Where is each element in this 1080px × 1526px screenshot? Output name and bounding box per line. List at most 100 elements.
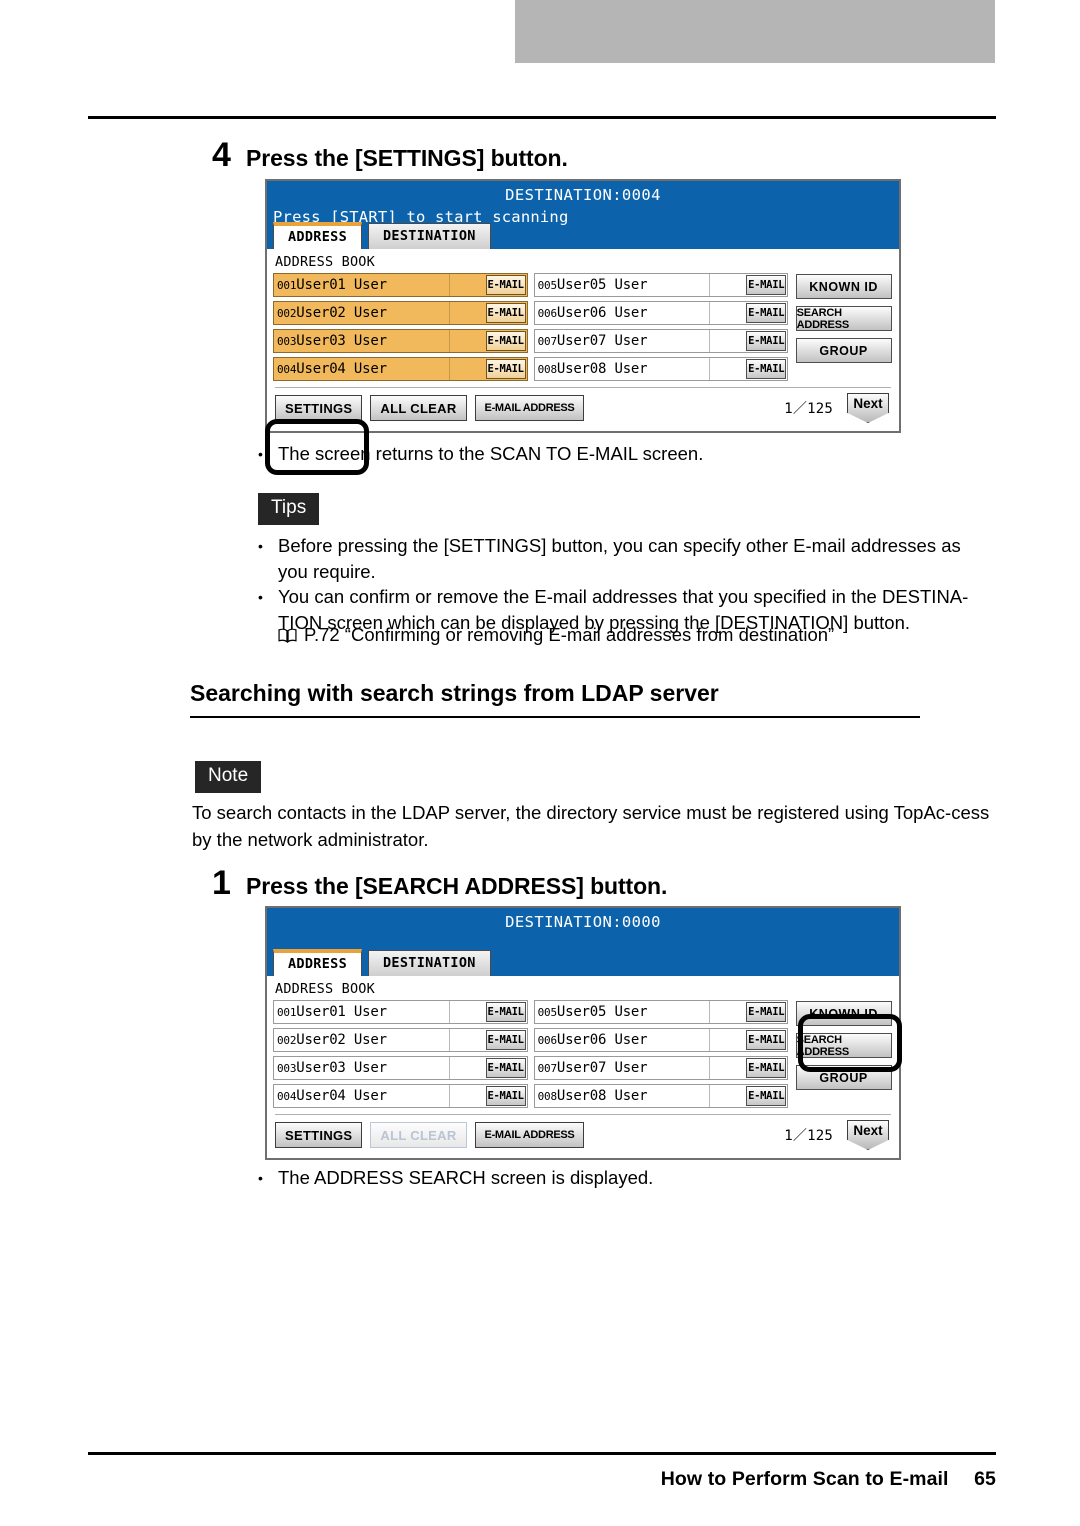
tips-item-1: • Before pressing the [SETTINGS] button,… xyxy=(258,533,988,585)
email-type-button[interactable]: E-MAIL xyxy=(485,303,526,323)
header-rule xyxy=(88,116,996,119)
book-icon xyxy=(278,628,297,643)
entry-divider xyxy=(709,302,746,324)
entry-label: 005 User05 User xyxy=(537,1004,648,1020)
address-column-right: 005 User05 User E-MAIL 006 User06 User E-M… xyxy=(533,273,789,381)
bullet-icon: • xyxy=(258,589,263,605)
email-type-button[interactable]: E-MAIL xyxy=(746,1058,787,1078)
footer-page-number: 65 xyxy=(974,1468,996,1490)
address-entry[interactable]: 005 User05 User E-MAIL xyxy=(533,1000,789,1024)
address-book-label: ADDRESS BOOK xyxy=(275,981,375,997)
email-type-button[interactable]: E-MAIL xyxy=(485,359,526,379)
entry-label: 001 User01 User xyxy=(277,277,387,293)
step-heading-4: 4 Press the [SETTINGS] button. xyxy=(212,138,568,172)
entry-label: 008 User08 User xyxy=(537,1088,648,1104)
known-id-button[interactable]: KNOWN ID xyxy=(795,274,892,299)
address-entry[interactable]: 001 User01 User E-MAIL xyxy=(273,273,528,297)
entry-label: 007 User07 User xyxy=(537,333,648,349)
entry-divider xyxy=(448,1029,486,1051)
step-number: 4 xyxy=(212,136,231,174)
tips-item-text: Before pressing the [SETTINGS] button, y… xyxy=(278,535,961,582)
address-entry[interactable]: 002 User02 User E-MAIL xyxy=(273,1028,528,1052)
destination-counter: DESTINATION:0004 xyxy=(505,186,661,204)
address-entry[interactable]: 004 User04 User E-MAIL xyxy=(273,357,528,381)
address-entry[interactable]: 002 User02 User E-MAIL xyxy=(273,301,528,325)
tab-address[interactable]: ADDRESS xyxy=(273,949,362,977)
entry-label: 007 User07 User xyxy=(537,1060,648,1076)
entry-label: 003 User03 User xyxy=(277,1060,387,1076)
address-entry[interactable]: 007 User07 User E-MAIL xyxy=(533,1056,789,1080)
page-indicator: 1／125 xyxy=(784,1128,833,1144)
address-entry[interactable]: 008 User08 User E-MAIL xyxy=(533,1084,789,1108)
entry-divider xyxy=(709,274,746,296)
lcd-header: DESTINATION:0004 Press [START] to start … xyxy=(267,181,899,250)
entry-label: 005 User05 User xyxy=(537,277,648,293)
email-type-button[interactable]: E-MAIL xyxy=(485,1030,526,1050)
next-button[interactable]: Next xyxy=(847,1120,889,1150)
destination-counter: DESTINATION:0000 xyxy=(505,913,661,931)
address-entry[interactable]: 004 User04 User E-MAIL xyxy=(273,1084,528,1108)
all-clear-button[interactable]: ALL CLEAR xyxy=(370,395,467,421)
address-entry[interactable]: 005 User05 User E-MAIL xyxy=(533,273,789,297)
entry-label: 004 User04 User xyxy=(277,361,387,377)
step-number: 1 xyxy=(212,864,231,902)
address-entry[interactable]: 007 User07 User E-MAIL xyxy=(533,329,789,353)
settings-button[interactable]: SETTINGS xyxy=(275,395,363,421)
search-address-button[interactable]: SEARCH ADDRESS xyxy=(795,306,892,331)
email-type-button[interactable]: E-MAIL xyxy=(485,331,526,351)
entry-label: 008 User08 User xyxy=(537,361,648,377)
email-type-button[interactable]: E-MAIL xyxy=(746,1030,787,1050)
email-type-button[interactable]: E-MAIL xyxy=(746,1002,787,1022)
email-type-button[interactable]: E-MAIL xyxy=(485,1002,526,1022)
email-type-button[interactable]: E-MAIL xyxy=(746,275,787,295)
step-text: Press the [SETTINGS] button. xyxy=(246,145,568,171)
entry-divider xyxy=(448,330,486,352)
callout-ring-settings xyxy=(265,419,369,475)
address-entry[interactable]: 003 User03 User E-MAIL xyxy=(273,1056,528,1080)
email-type-button[interactable]: E-MAIL xyxy=(746,331,787,351)
bullet-icon: • xyxy=(258,538,263,554)
footer-rule xyxy=(88,1452,996,1455)
entry-divider xyxy=(709,358,746,380)
next-button[interactable]: Next xyxy=(847,393,889,423)
address-column-right: 005 User05 User E-MAIL 006 User06 User E-M… xyxy=(533,1000,789,1108)
entry-divider xyxy=(448,1085,486,1107)
entry-divider xyxy=(448,302,486,324)
tips-chip: Tips xyxy=(258,493,320,525)
tips-reference: P.72 “Confirming or removing E-mail addr… xyxy=(278,622,834,648)
group-button[interactable]: GROUP xyxy=(795,338,892,363)
entry-label: 006 User06 User xyxy=(537,1032,648,1048)
entry-divider xyxy=(709,1001,746,1023)
address-entry[interactable]: 006 User06 User E-MAIL xyxy=(533,1028,789,1052)
address-entry[interactable]: 003 User03 User E-MAIL xyxy=(273,329,528,353)
lcd-action-bar: SETTINGS ALL CLEAR E-MAIL ADDRESS 1／125 … xyxy=(273,1115,893,1152)
settings-button[interactable]: SETTINGS xyxy=(275,1122,363,1148)
entry-divider xyxy=(448,274,486,296)
address-book-label: ADDRESS BOOK xyxy=(275,254,375,270)
email-type-button[interactable]: E-MAIL xyxy=(746,1086,787,1106)
email-address-button[interactable]: E-MAIL ADDRESS xyxy=(474,395,585,421)
email-address-button[interactable]: E-MAIL ADDRESS xyxy=(474,1122,585,1148)
email-type-button[interactable]: E-MAIL xyxy=(746,303,787,323)
entry-label: 002 User02 User xyxy=(277,305,387,321)
tab-destination[interactable]: DESTINATION xyxy=(368,950,491,977)
email-type-button[interactable]: E-MAIL xyxy=(485,1058,526,1078)
tab-address[interactable]: ADDRESS xyxy=(273,222,362,250)
note-chip: Note xyxy=(195,761,262,793)
email-type-button[interactable]: E-MAIL xyxy=(485,1086,526,1106)
note-paragraph: To search contacts in the LDAP server, t… xyxy=(192,802,990,850)
address-entry[interactable]: 006 User06 User E-MAIL xyxy=(533,301,789,325)
lcd-tab-bar[interactable]: ADDRESS DESTINATION xyxy=(273,949,491,977)
email-type-button[interactable]: E-MAIL xyxy=(485,275,526,295)
email-type-button[interactable]: E-MAIL xyxy=(746,359,787,379)
entry-divider xyxy=(448,1057,486,1079)
address-entry[interactable]: 001 User01 User E-MAIL xyxy=(273,1000,528,1024)
tab-destination[interactable]: DESTINATION xyxy=(368,223,491,250)
lcd-action-bar: SETTINGS ALL CLEAR E-MAIL ADDRESS 1／125 … xyxy=(273,388,893,425)
address-entry[interactable]: 008 User08 User E-MAIL xyxy=(533,357,789,381)
lcd-panel-scan-to-email[interactable]: DESTINATION:0004 Press [START] to start … xyxy=(265,179,901,475)
lcd-tab-bar[interactable]: ADDRESS DESTINATION xyxy=(273,222,491,250)
all-clear-button: ALL CLEAR xyxy=(370,1122,467,1148)
step-text: Press the [SEARCH ADDRESS] button. xyxy=(246,873,668,899)
section-heading: Searching with search strings from LDAP … xyxy=(190,680,920,718)
